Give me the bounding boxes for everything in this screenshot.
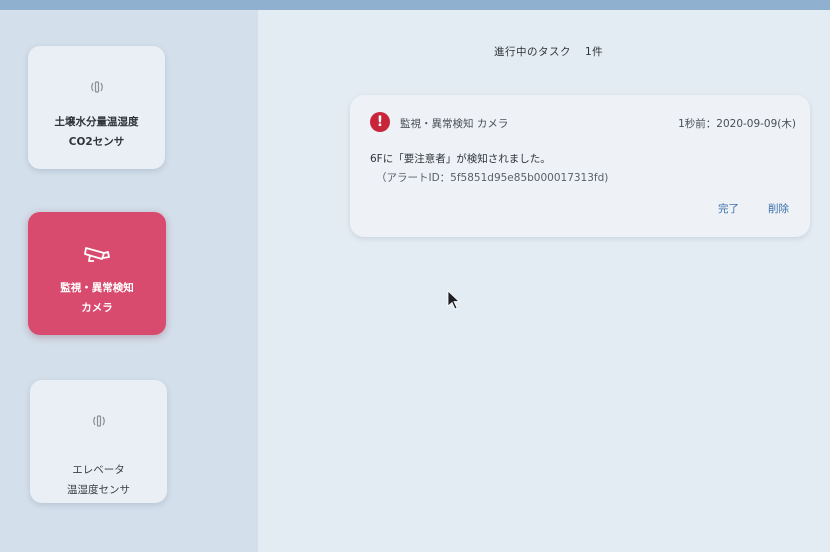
device-card-elevator-sensor[interactable]: エレベータ 温湿度センサ bbox=[30, 380, 167, 503]
security-camera-icon bbox=[82, 242, 112, 264]
complete-button[interactable]: 完了 bbox=[718, 201, 739, 216]
task-count: 1件 bbox=[585, 46, 604, 58]
main-panel bbox=[258, 10, 830, 552]
mouse-pointer-icon bbox=[447, 290, 461, 316]
wireless-signal-icon bbox=[88, 410, 110, 432]
task-list-header: 進行中のタスク 1件 bbox=[494, 44, 603, 59]
exclamation-icon: ! bbox=[370, 112, 390, 132]
device-card-label: 監視・異常検知 カメラ bbox=[60, 282, 134, 314]
wireless-signal-icon bbox=[86, 76, 108, 98]
alert-source: 監視・異常検知 カメラ bbox=[400, 118, 509, 130]
device-card-surveillance-camera[interactable]: 監視・異常検知 カメラ bbox=[28, 212, 166, 335]
delete-button[interactable]: 削除 bbox=[768, 201, 789, 216]
alert-id: （アラートID：5f5851d95e85b000017313fd) bbox=[376, 172, 609, 184]
device-card-soil-co2-sensor[interactable]: 土壌水分量温湿度 CO2センサ bbox=[28, 46, 165, 169]
alert-message: 6Fに「要注意者」が検知されました。 bbox=[370, 153, 551, 165]
window-top-bar bbox=[0, 0, 830, 10]
device-card-label: 土壌水分量温湿度 CO2センサ bbox=[54, 116, 139, 148]
alert-timestamp: 1秒前：2020-09-09(木) bbox=[678, 118, 796, 130]
alert-card: ! 監視・異常検知 カメラ 1秒前：2020-09-09(木) 6Fに「要注意者… bbox=[350, 95, 810, 237]
task-list-title: 進行中のタスク bbox=[494, 46, 571, 58]
device-card-label: エレベータ 温湿度センサ bbox=[67, 464, 130, 496]
